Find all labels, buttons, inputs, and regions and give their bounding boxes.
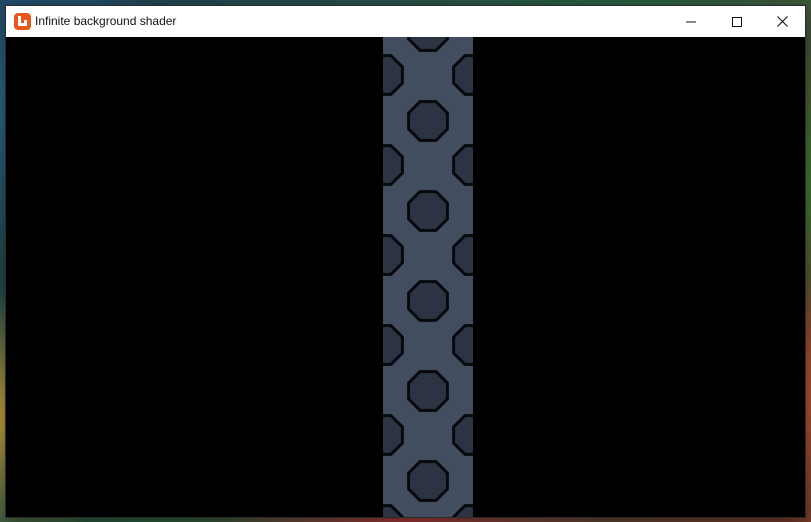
game-viewport[interactable] [6, 37, 805, 517]
maximize-button[interactable] [714, 6, 760, 37]
octagon-tile [407, 190, 449, 232]
octagon-tile [383, 504, 404, 517]
octagon-tile [407, 460, 449, 502]
octagon-tile [452, 234, 473, 276]
minimize-icon [686, 21, 696, 22]
game-window: Infinite background shader [6, 6, 805, 517]
close-button[interactable] [759, 6, 805, 37]
octagon-tile [383, 144, 404, 186]
octagon-pattern [383, 37, 473, 517]
monogame-logo-icon [14, 13, 31, 30]
octagon-tile [407, 100, 449, 142]
octagon-tile [452, 504, 473, 517]
window-title: Infinite background shader [35, 14, 177, 28]
title-bar[interactable]: Infinite background shader [6, 6, 805, 37]
octagon-tile [407, 280, 449, 322]
octagon-tile [452, 414, 473, 456]
octagon-tile [383, 414, 404, 456]
shader-background-strip [383, 37, 473, 517]
octagon-tile [383, 324, 404, 366]
octagon-tile [452, 144, 473, 186]
octagon-tile [383, 234, 404, 276]
octagon-tile [452, 54, 473, 96]
maximize-icon [732, 16, 742, 27]
close-icon [776, 16, 788, 27]
octagon-tile [383, 54, 404, 96]
octagon-tile [407, 37, 449, 52]
octagon-tile [452, 324, 473, 366]
octagon-tile [407, 370, 449, 412]
minimize-button[interactable] [668, 6, 714, 37]
